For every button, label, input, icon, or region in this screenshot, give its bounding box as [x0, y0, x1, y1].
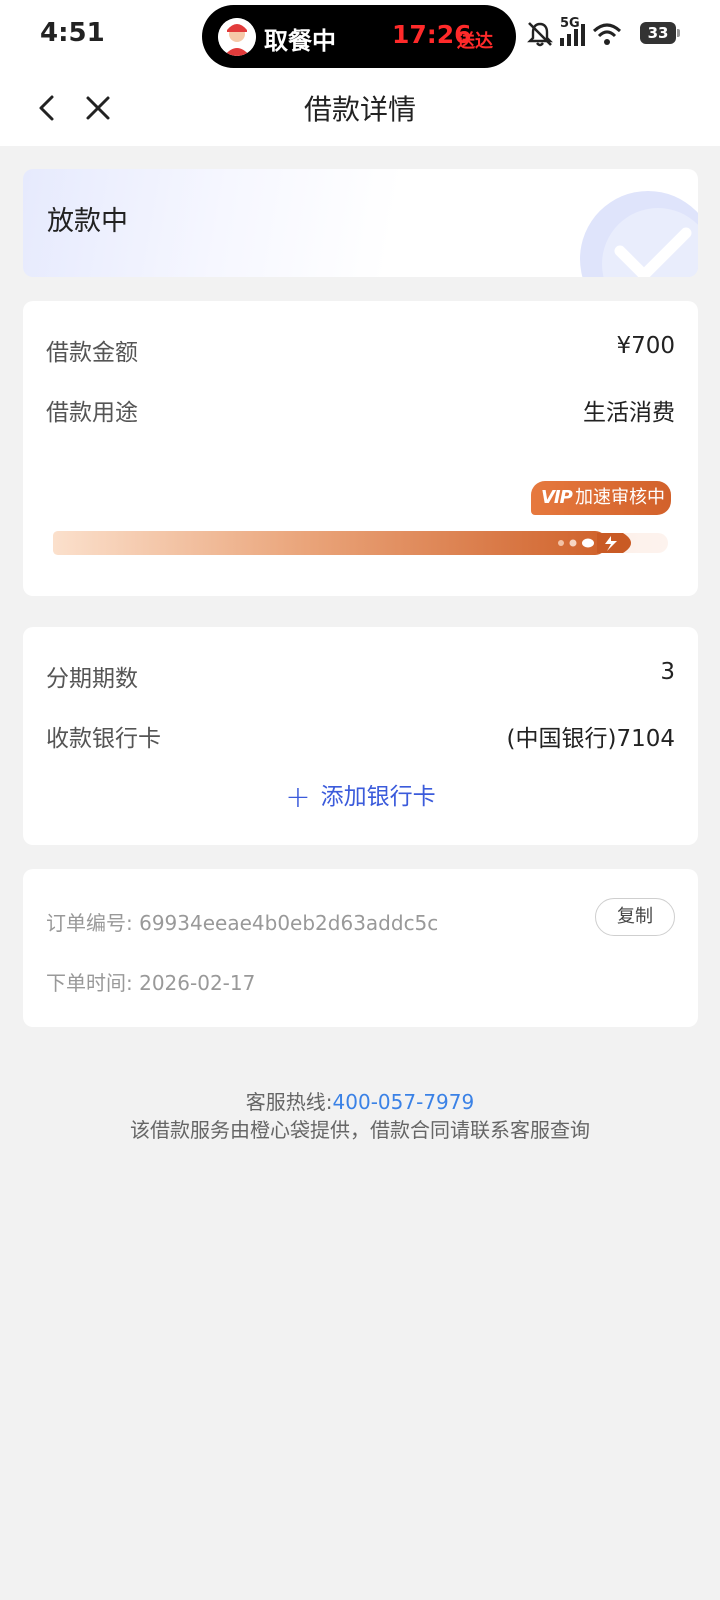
- bell-off-icon: [527, 22, 553, 47]
- courier-avatar-icon: [218, 18, 256, 56]
- installment-periods-value: 3: [660, 659, 675, 685]
- hotline-number-link[interactable]: 400-057-7979: [333, 1090, 475, 1114]
- order-number-value: 69934eeae4b0eb2d63addc5c: [139, 911, 439, 935]
- loan-amount-value: ¥700: [616, 333, 675, 359]
- loan-status-label: 放款中: [47, 206, 128, 237]
- vip-tag: VIP: [541, 487, 573, 508]
- loan-amount-row: 借款金额 ¥700: [46, 333, 675, 369]
- order-number-row: 订单编号: 69934eeae4b0eb2d63addc5c: [46, 907, 438, 936]
- status-time: 4:51: [40, 18, 105, 48]
- plus-icon: +: [285, 780, 311, 815]
- add-bank-card-label: 添加银行卡: [320, 784, 436, 810]
- footer: 客服热线:400-057-7979 该借款服务由橙心袋提供，借款合同请联系客服查…: [0, 1088, 720, 1144]
- loan-status-card: 放款中: [23, 169, 698, 277]
- service-note: 该借款服务由橙心袋提供，借款合同请联系客服查询: [130, 1118, 590, 1142]
- battery-icon: 33: [640, 22, 680, 44]
- signal-icon: [560, 24, 585, 46]
- wifi-icon: [592, 23, 622, 45]
- loan-purpose-label: 借款用途: [46, 400, 138, 426]
- order-time-value: 2026-02-17: [139, 971, 256, 995]
- island-status-text: 取餐中: [264, 27, 336, 55]
- island-eta-suffix: 送达: [457, 31, 493, 52]
- loan-purpose-row: 借款用途 生活消费: [46, 393, 675, 429]
- nav-bar: 借款详情: [0, 70, 720, 146]
- installment-card: 分期期数 3 收款银行卡 (中国银行)7104 + 添加银行卡: [23, 627, 698, 845]
- status-icons: 5G 33: [526, 16, 686, 50]
- vip-review-text: 加速审核中: [575, 487, 665, 508]
- check-icon: [580, 191, 698, 277]
- order-info-card: 订单编号: 69934eeae4b0eb2d63addc5c 复制 下单时间: …: [23, 869, 698, 1027]
- rocket-icon: [558, 533, 631, 553]
- add-bank-card-button[interactable]: + 添加银行卡: [23, 777, 698, 815]
- installment-periods-label: 分期期数: [46, 666, 138, 692]
- live-activity-island[interactable]: 取餐中 17:26 送达: [202, 5, 516, 68]
- page-title: 借款详情: [303, 93, 416, 126]
- review-progress-fill: [53, 531, 607, 555]
- order-time-row: 下单时间: 2026-02-17: [46, 967, 255, 996]
- order-number-label: 订单编号:: [46, 911, 133, 935]
- status-bar: 4:51 取餐中 17:26 送达 5G 33: [0, 0, 720, 70]
- order-time-label: 下单时间:: [46, 971, 133, 995]
- loan-info-card: 借款金额 ¥700 借款用途 生活消费 VIP 加速审核中: [23, 301, 698, 596]
- vip-review-badge: VIP 加速审核中: [531, 481, 671, 515]
- hotline-label: 客服热线:: [245, 1090, 333, 1114]
- hotline-line: 客服热线:400-057-7979: [0, 1088, 720, 1116]
- bank-card-row: 收款银行卡 (中国银行)7104: [46, 719, 675, 755]
- loan-amount-label: 借款金额: [46, 340, 138, 366]
- loan-purpose-value: 生活消费: [583, 400, 675, 426]
- bank-card-label: 收款银行卡: [46, 726, 161, 752]
- installment-periods-row: 分期期数 3: [46, 659, 675, 695]
- bank-card-value: (中国银行)7104: [506, 726, 675, 752]
- copy-button[interactable]: 复制: [595, 898, 675, 936]
